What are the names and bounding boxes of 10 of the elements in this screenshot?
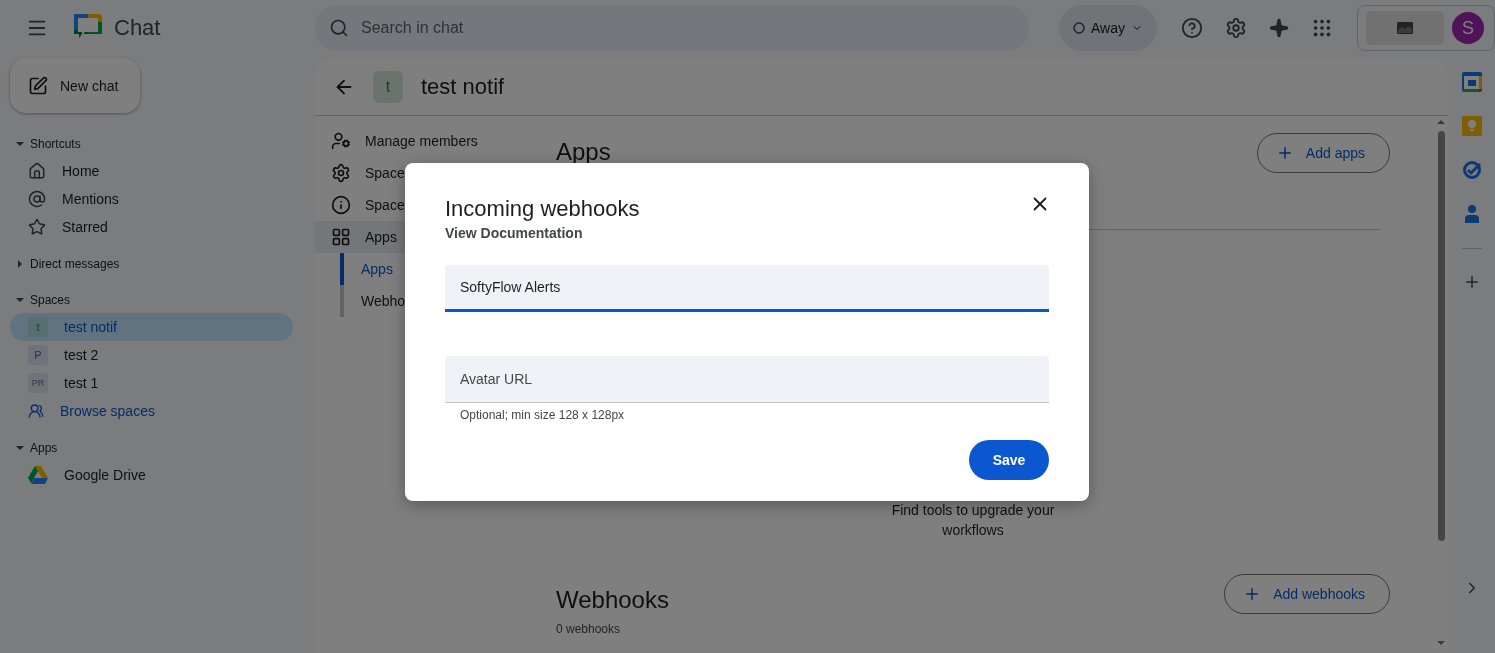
- section-title: Apps: [556, 138, 611, 166]
- helper-text: Optional; min size 128 x 128px: [459, 408, 625, 422]
- space-avatar: t: [373, 70, 403, 103]
- dialog-title: Incoming webhooks: [445, 196, 640, 222]
- space-title: test notif: [421, 73, 505, 100]
- empty-text: Find tools to upgrade your workflows: [890, 501, 1056, 540]
- webhook-count: 0 webhooks: [556, 622, 622, 636]
- app-name: Chat: [114, 15, 161, 41]
- section-title: Webhooks: [556, 586, 669, 614]
- user-avatar: S: [1452, 12, 1484, 44]
